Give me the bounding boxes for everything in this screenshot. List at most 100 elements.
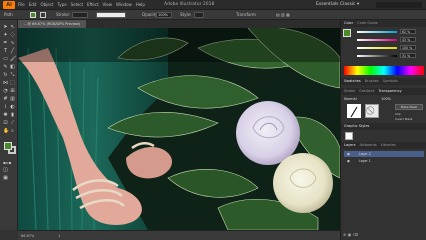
- slider-k[interactable]: 31 %: [353, 53, 425, 59]
- magic-wand-tool-icon[interactable]: ✦: [3, 33, 8, 38]
- invert-mask-checkbox[interactable]: Invert Mask: [395, 117, 413, 121]
- rectangle-tool-icon[interactable]: ▭: [3, 57, 8, 62]
- default-style-swatch[interactable]: [345, 132, 353, 140]
- zoom-tool-icon[interactable]: ⌕: [10, 129, 15, 134]
- tab-graphic-styles[interactable]: Graphic Styles: [344, 123, 369, 130]
- tab-swatches[interactable]: Swatches: [344, 78, 361, 85]
- paintbrush-tool-icon[interactable]: 🖌: [10, 57, 16, 62]
- hand-tool-icon[interactable]: ✋: [3, 129, 9, 134]
- free-transform-tool-icon[interactable]: ⬚: [10, 81, 15, 86]
- transparency-opacity[interactable]: 100%: [381, 97, 391, 101]
- opacity-field[interactable]: 100%: [156, 12, 172, 18]
- tab-brushes[interactable]: Brushes: [365, 78, 379, 85]
- tab-stroke[interactable]: Stroke: [344, 88, 355, 95]
- tab-transparency[interactable]: Transparency: [378, 88, 401, 95]
- control-bar: Path Stroke: Opacity: 100% Style: Transf…: [0, 10, 426, 20]
- make-mask-button[interactable]: Make Mask: [395, 104, 423, 110]
- transform-button[interactable]: Transform: [236, 12, 256, 17]
- shape-builder-tool-icon[interactable]: ◔: [3, 89, 8, 94]
- selection-tool-icon[interactable]: ➤: [3, 25, 8, 30]
- color-mode-icons[interactable]: ▪▫▪: [3, 160, 11, 165]
- eraser-tool-icon[interactable]: ◧: [10, 65, 15, 70]
- value-k[interactable]: 31 %: [400, 53, 416, 58]
- layer-row[interactable]: ◉ Layer 1: [344, 158, 424, 164]
- selection-label: Path: [4, 12, 13, 17]
- menu-type[interactable]: Type: [57, 2, 66, 7]
- graphic-styles-tab-bar: Graphic Styles: [341, 123, 426, 130]
- screen-mode-icon[interactable]: ▣: [3, 176, 8, 181]
- align-icons[interactable]: ▤ ▥ ▦: [276, 12, 290, 17]
- transparency-panel-tabs: Stroke Gradient Transparency: [341, 88, 426, 95]
- slider-y[interactable]: 100 %: [353, 45, 425, 51]
- rose-lavender: [236, 101, 300, 165]
- pen-tool-icon[interactable]: ✒: [3, 41, 8, 46]
- scale-tool-icon[interactable]: ⤡: [10, 73, 15, 78]
- panel-fill-swatch[interactable]: [343, 29, 351, 37]
- drawing-modes-icon[interactable]: ◫: [3, 168, 8, 173]
- menu-file[interactable]: File: [18, 2, 25, 7]
- tab-libraries[interactable]: Libraries: [381, 142, 396, 149]
- symbol-sprayer-tool-icon[interactable]: ✺: [3, 113, 8, 118]
- tab-gradient[interactable]: Gradient: [359, 88, 374, 95]
- tab-color-guide[interactable]: Color Guide: [357, 20, 378, 27]
- variable-width-profile[interactable]: [96, 12, 126, 18]
- layer-name: Layer 2: [358, 152, 371, 156]
- artboard-canvas[interactable]: [18, 28, 340, 230]
- menu-view[interactable]: View: [103, 2, 113, 7]
- slice-tool-icon[interactable]: ⟋: [10, 121, 15, 126]
- blend-tool-icon[interactable]: ◐: [10, 105, 15, 110]
- perspective-grid-tool-icon[interactable]: ⊞: [10, 89, 15, 94]
- width-tool-icon[interactable]: ⋈: [3, 81, 8, 86]
- slider-c[interactable]: 62 %: [353, 29, 425, 35]
- app-logo-icon: Ai: [3, 1, 15, 9]
- layers-footer-icons[interactable]: ⊕ ▣ ⌫: [343, 232, 425, 238]
- visibility-eye-icon[interactable]: ◉: [347, 152, 350, 156]
- fill-color-swatch[interactable]: [30, 11, 36, 18]
- menu-bar: Ai File Edit Object Type Select Effect V…: [0, 0, 426, 10]
- blend-mode-select[interactable]: Normal: [344, 97, 357, 101]
- direct-selection-tool-icon[interactable]: ⇖: [10, 25, 15, 30]
- value-c[interactable]: 62 %: [400, 29, 416, 34]
- fill-indicator[interactable]: [4, 142, 12, 150]
- artboard-navigator[interactable]: 1: [58, 234, 60, 238]
- tab-symbols[interactable]: Symbols: [383, 78, 398, 85]
- menu-select[interactable]: Select: [71, 2, 83, 7]
- layer-row[interactable]: ◉ Layer 2: [344, 151, 424, 157]
- panels-dock: Color Color Guide 62 % 43 % 100 % 31 % S…: [340, 20, 426, 240]
- workspace-switcher[interactable]: Essentials Classic ▾: [316, 2, 359, 7]
- visibility-eye-icon[interactable]: ◉: [347, 159, 350, 163]
- menu-effect[interactable]: Effect: [87, 2, 99, 7]
- zoom-level[interactable]: 66.67%: [21, 234, 34, 238]
- document-tab[interactable]: …@ 66.67% (RGB/GPU Preview): [18, 20, 87, 28]
- menu-window[interactable]: Window: [116, 2, 132, 7]
- line-tool-icon[interactable]: ╱: [10, 49, 15, 54]
- stroke-weight-field[interactable]: [72, 12, 88, 18]
- artboard-tool-icon[interactable]: ⊡: [3, 121, 8, 126]
- value-y[interactable]: 100 %: [400, 45, 416, 50]
- menu-help[interactable]: Help: [136, 2, 145, 7]
- menu-object[interactable]: Object: [40, 2, 53, 7]
- tab-artboards[interactable]: Artboards: [360, 142, 377, 149]
- graph-tool-icon[interactable]: ▮: [10, 113, 15, 118]
- color-spectrum[interactable]: [344, 66, 424, 75]
- curvature-tool-icon[interactable]: ∿: [10, 41, 15, 46]
- eyedropper-tool-icon[interactable]: ⌇: [3, 105, 8, 110]
- value-m[interactable]: 43 %: [400, 37, 416, 42]
- tab-layers[interactable]: Layers: [344, 142, 356, 149]
- pencil-tool-icon[interactable]: ✎: [3, 65, 8, 70]
- tab-color[interactable]: Color: [344, 20, 353, 27]
- style-picker[interactable]: [194, 12, 204, 18]
- menu-edit[interactable]: Edit: [29, 2, 37, 7]
- search-input[interactable]: [376, 2, 422, 8]
- status-bar: 66.67% 1: [18, 230, 340, 240]
- gradient-tool-icon[interactable]: ▥: [10, 97, 15, 102]
- rotate-tool-icon[interactable]: ↻: [3, 73, 8, 78]
- clip-checkbox[interactable]: Clip: [395, 112, 401, 116]
- type-tool-icon[interactable]: T: [3, 49, 8, 54]
- layer-name: Layer 1: [358, 159, 371, 163]
- lasso-tool-icon[interactable]: ◌: [10, 33, 15, 38]
- top-shadow: [18, 28, 340, 62]
- stroke-color-swatch[interactable]: [40, 11, 46, 18]
- mesh-tool-icon[interactable]: #: [3, 97, 8, 102]
- slider-m[interactable]: 43 %: [353, 37, 425, 43]
